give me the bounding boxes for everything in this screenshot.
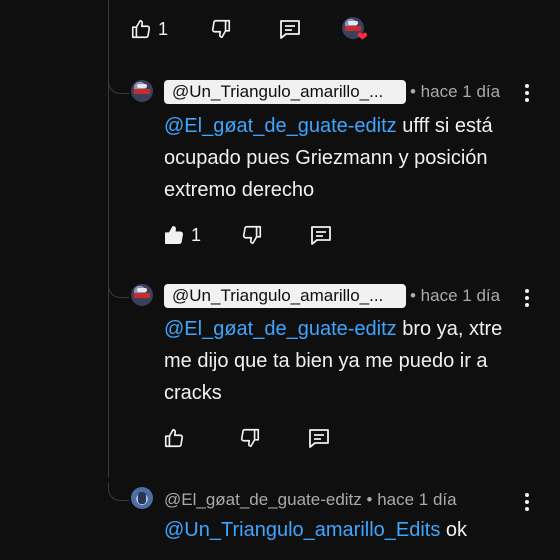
- thumb-up-icon: [164, 428, 184, 448]
- thread-connector: [108, 482, 129, 501]
- author-handle-highlighted[interactable]: @Un_Triangulo_amarillo_...: [164, 80, 406, 104]
- timestamp: • hace 1 día: [366, 490, 457, 509]
- avatar[interactable]: [131, 80, 153, 102]
- mention-link[interactable]: @El_gøat_de_guate-editz: [164, 318, 397, 340]
- kebab-menu-icon[interactable]: [522, 83, 532, 105]
- reply-button[interactable]: [307, 426, 331, 450]
- thumb-up-filled-icon: [165, 226, 183, 244]
- comment-meta: @El_gøat_de_guate-editz • hace 1 día: [164, 490, 457, 510]
- dislike-button[interactable]: [241, 224, 263, 246]
- like-count: 1: [191, 224, 202, 245]
- like-count: 1: [158, 18, 169, 39]
- like-button[interactable]: [163, 427, 185, 449]
- comment-text: @Un_Triangulo_amarillo_Edits ok: [164, 514, 544, 546]
- like-button[interactable]: 1: [130, 18, 168, 40]
- kebab-menu-icon[interactable]: [522, 288, 532, 310]
- thumb-down-icon: [211, 19, 231, 39]
- author-handle-highlighted[interactable]: @Un_Triangulo_amarillo_...: [164, 284, 406, 308]
- author-handle[interactable]: @El_gøat_de_guate-editz: [164, 490, 362, 509]
- reply-button[interactable]: [309, 223, 333, 247]
- reply-action-bar: 1: [163, 220, 333, 250]
- thumb-up-icon: [131, 19, 151, 39]
- thumb-down-icon: [240, 428, 260, 448]
- mention-link[interactable]: @Un_Triangulo_amarillo_Edits: [164, 519, 440, 541]
- thumb-down-icon: [242, 225, 262, 245]
- comment-text: @El_gøat_de_guate-editz bro ya, xtre me …: [164, 313, 534, 409]
- reply-action-bar: [163, 423, 331, 453]
- avatar[interactable]: [131, 284, 153, 306]
- kebab-menu-icon[interactable]: [522, 492, 532, 514]
- comment-icon: [280, 20, 300, 39]
- thread-line: [108, 0, 109, 478]
- comment-icon: [309, 429, 329, 448]
- comment-body: ok: [440, 519, 468, 541]
- reply-button[interactable]: [278, 17, 302, 41]
- timestamp: • hace 1 día: [410, 82, 501, 101]
- comment-icon: [311, 226, 331, 245]
- like-button[interactable]: 1: [163, 224, 201, 246]
- comment-text: @El_gøat_de_guate-editz ufff si está ocu…: [164, 110, 534, 206]
- dislike-button[interactable]: [210, 18, 232, 40]
- heart-icon: ❤: [357, 29, 368, 44]
- thread-connector: [108, 279, 129, 298]
- mention-link[interactable]: @El_gøat_de_guate-editz: [164, 115, 397, 137]
- avatar[interactable]: [131, 487, 153, 509]
- parent-action-bar: 1: [130, 14, 302, 44]
- thread-connector: [108, 75, 129, 94]
- timestamp: • hace 1 día: [410, 286, 501, 305]
- dislike-button[interactable]: [239, 427, 261, 449]
